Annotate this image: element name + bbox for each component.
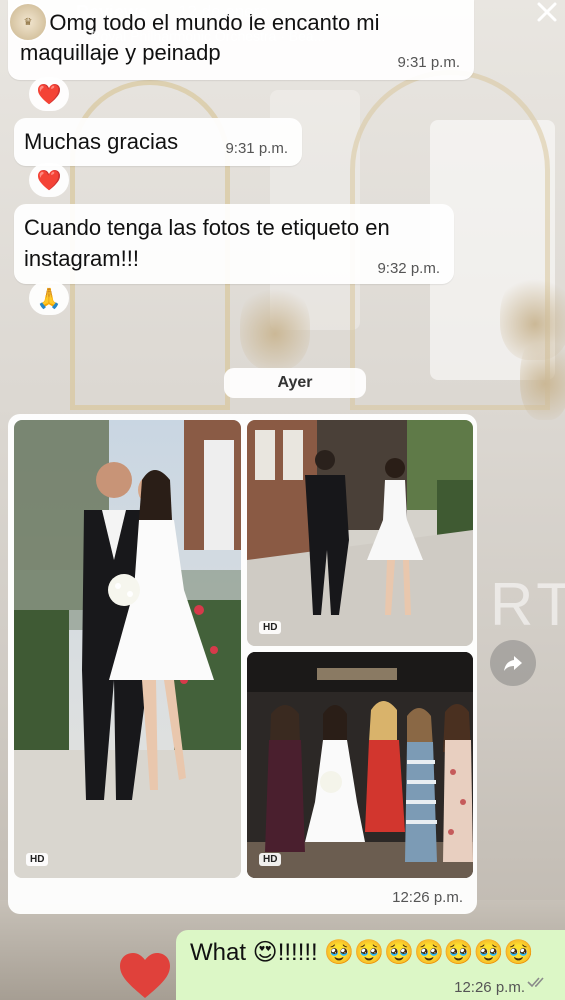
heart-sticker-icon [118, 952, 172, 1000]
hd-badge: HD [26, 853, 49, 866]
background-plume [240, 280, 310, 370]
message-time: 9:31 p.m. [225, 140, 288, 157]
message-time: 9:31 p.m. [397, 54, 460, 71]
background-signage: RTIS [490, 571, 565, 638]
message-text: What 😍!!!!!! 🥹🥹🥹🥹🥹🥹🥹 [190, 939, 534, 966]
hd-badge: HD [259, 621, 282, 634]
media-message-time: 12:26 p.m. [392, 889, 463, 906]
story-account-name[interactable]: Reviews [76, 2, 148, 23]
incoming-message[interactable]: Muchas gracias 9:31 p.m. [14, 118, 302, 166]
forward-arrow-icon [504, 656, 522, 671]
message-time: 12:26 p.m. [454, 979, 525, 996]
message-text: Muchas gracias [24, 129, 179, 154]
heart-reaction[interactable]: ❤️ [29, 77, 69, 111]
heart-reaction[interactable]: ❤️ [29, 163, 69, 197]
avatar[interactable]: ♛ [8, 2, 48, 42]
close-icon[interactable] [535, 0, 559, 32]
story-timestamp: 12 de enero [178, 2, 269, 21]
couple-walking-photo[interactable]: HD [247, 420, 473, 646]
read-receipt-icon [527, 975, 549, 994]
message-text-line: Cuando tenga las fotos te etiqueto en [24, 215, 390, 240]
group-photo[interactable]: HD [247, 652, 473, 878]
story-header: ♛ Reviews 12 de enero ♫ Royal Philharmon… [0, 0, 565, 48]
incoming-message[interactable]: Cuando tenga las fotos te etiqueto en in… [14, 204, 454, 284]
message-time: 9:32 p.m. [377, 260, 440, 277]
photo-album-message[interactable]: HD HD HD 12:26 p.m. [8, 414, 477, 914]
story-music-label[interactable]: ♫ Royal Philharmonic Orchestra · Bea... [76, 28, 466, 44]
pray-reaction[interactable]: 🙏 [29, 281, 69, 315]
background-plume [520, 330, 565, 420]
outgoing-message[interactable]: What 😍!!!!!! 🥹🥹🥹🥹🥹🥹🥹 12:26 p.m. [176, 930, 565, 1000]
message-text-line: instagram!!! [24, 246, 139, 271]
hd-badge: HD [259, 853, 282, 866]
crown-icon: ♛ [23, 16, 33, 28]
forward-button[interactable] [490, 640, 536, 686]
couple-kiss-photo[interactable]: HD [14, 420, 241, 878]
date-divider: Ayer [224, 368, 366, 398]
